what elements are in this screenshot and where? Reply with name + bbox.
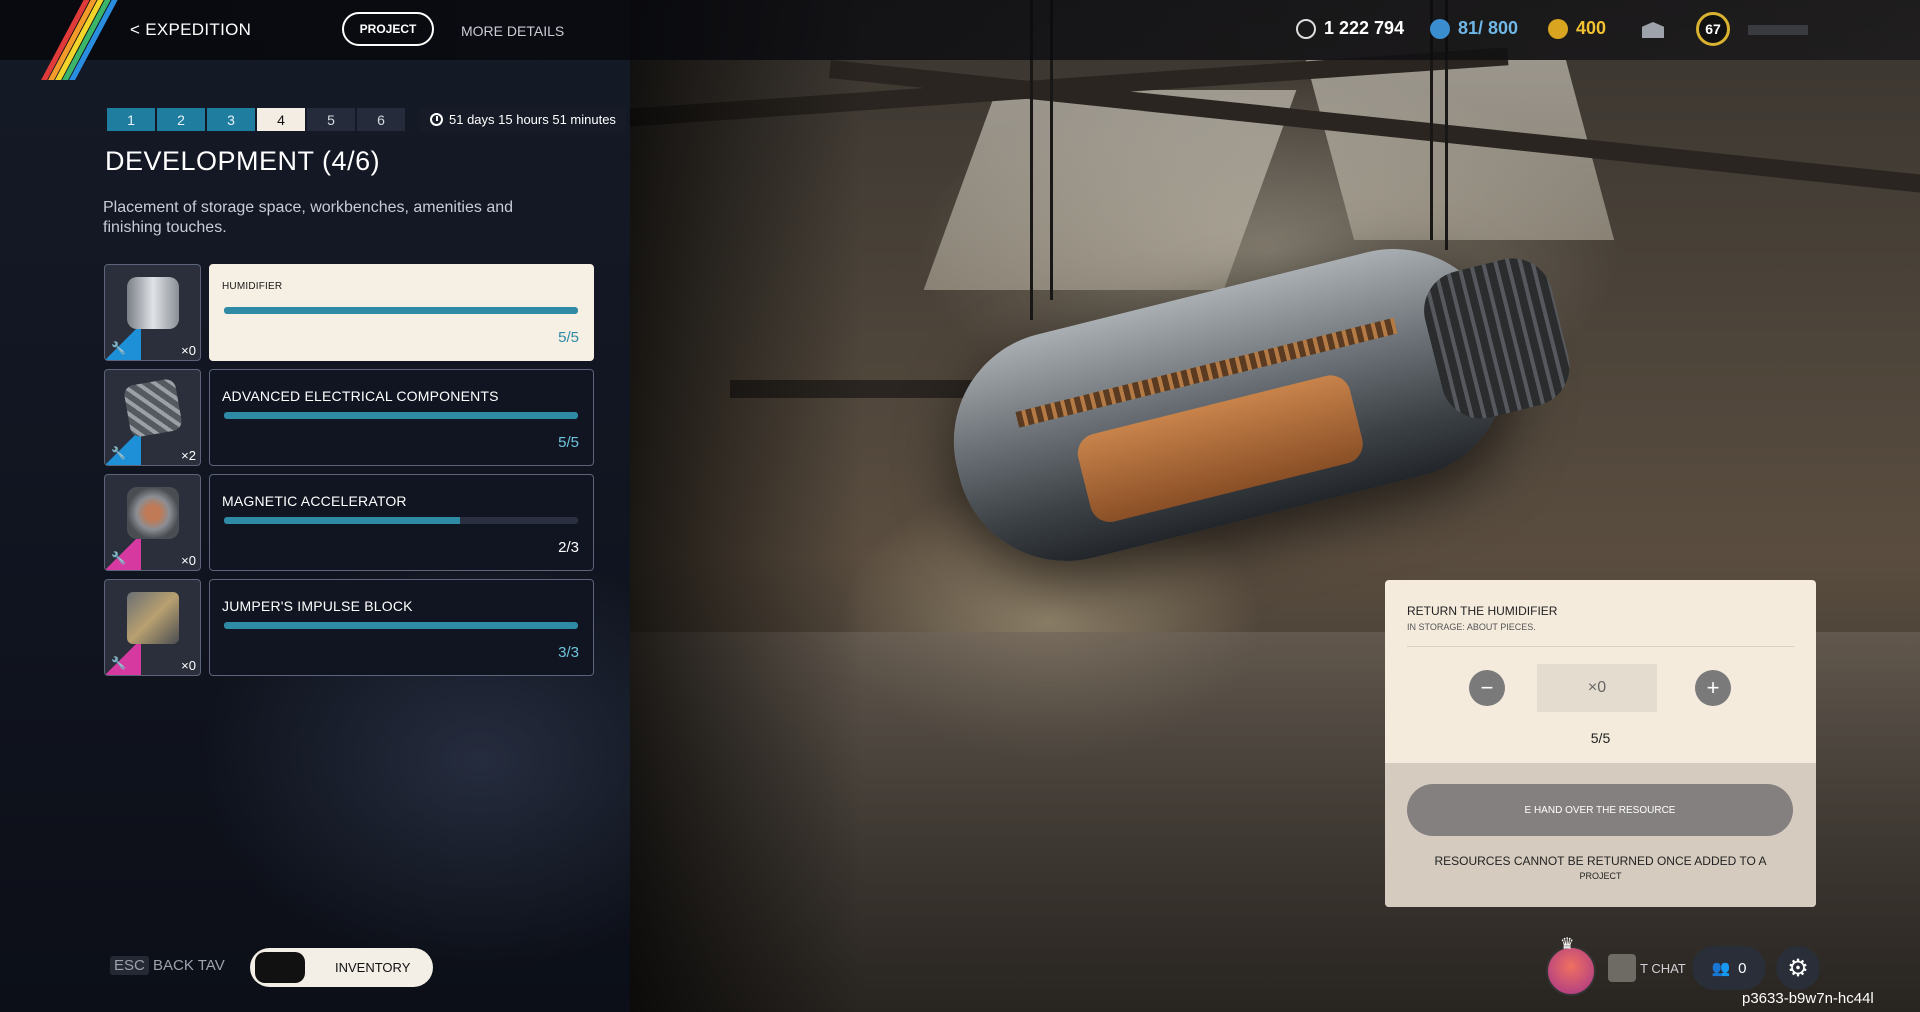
storage-value: 81/ 800 <box>1458 18 1519 38</box>
session-code: p3633-b9w7n-hc44l <box>1742 990 1874 1007</box>
resource-fraction: 5/5 <box>1590 730 1611 746</box>
warning-text-2: PROJECT <box>1579 871 1622 881</box>
gold-value: 400 <box>1576 18 1607 38</box>
step-1[interactable]: 1 <box>107 108 155 131</box>
friends-icon: 👥 <box>1711 960 1731 977</box>
decrease-button[interactable]: − <box>1469 670 1505 706</box>
back-to-expedition-link[interactable]: < EXPEDITION <box>130 20 251 40</box>
progress-bar <box>224 622 578 629</box>
stage-timer: 51 days 15 hours 51 minutes <box>420 107 626 132</box>
clock-icon <box>430 113 443 126</box>
resource-card[interactable]: JUMPER'S IMPULSE BLOCK 3/3 <box>209 579 594 676</box>
list-item[interactable]: 🔧 ×2 ADVANCED ELECTRICAL COMPONENTS 5/5 <box>104 369 594 466</box>
player-level-badge[interactable]: 67 <box>1696 12 1730 46</box>
panel-subtitle: IN STORAGE: ABOUT PIECES. <box>1407 622 1536 632</box>
stage-description: Placement of storage space, workbenches,… <box>103 199 514 236</box>
panel-title: RETURN THE HUMIDIFIER <box>1407 604 1558 618</box>
player-name-bar[interactable] <box>1748 25 1808 35</box>
hand-over-button[interactable]: E HAND OVER THE RESOURCE <box>1407 784 1793 836</box>
resource-card[interactable]: ADVANCED ELECTRICAL COMPONENTS 5/5 <box>209 369 594 466</box>
item-quantity: ×0 <box>181 658 196 673</box>
credits-value: 1 222 794 <box>1324 18 1405 38</box>
friends-button[interactable]: 👥 0 <box>1692 946 1766 990</box>
gold-coin-icon <box>1548 18 1568 39</box>
item-quantity: ×0 <box>181 343 196 358</box>
resource-name: ADVANCED ELECTRICAL COMPONENTS <box>222 388 499 404</box>
wrench-icon: 🔧 <box>111 551 126 565</box>
chat-label: T CHAT <box>1640 960 1686 976</box>
chat-key-icon <box>1608 954 1636 982</box>
friends-count: 0 <box>1738 959 1747 977</box>
step-5[interactable]: 5 <box>307 108 355 131</box>
inventory-button[interactable]: INVENTORY <box>250 948 433 987</box>
resource-count: 5/5 <box>558 434 579 451</box>
electrical-components-thumbnail[interactable]: 🔧 ×2 <box>104 369 201 466</box>
humidifier-thumbnail[interactable]: 🔧 ×0 <box>104 264 201 361</box>
resource-card[interactable]: MAGNETIC ACCELERATOR 2/3 <box>209 474 594 571</box>
tab-project[interactable]: PROJECT <box>342 12 434 46</box>
resource-count: 3/3 <box>558 644 579 661</box>
key-icon <box>255 952 305 983</box>
progress-bar <box>224 517 578 524</box>
item-quantity: ×2 <box>181 448 196 463</box>
warning-text: RESOURCES CANNOT BE RETURNED ONCE ADDED … <box>1434 854 1767 868</box>
rainbow-logo <box>41 0 125 80</box>
resource-card-selected[interactable]: HUMIDIFIER 5/5 <box>209 264 594 361</box>
increase-button[interactable]: + <box>1695 670 1731 706</box>
list-item[interactable]: 🔧 ×0 JUMPER'S IMPULSE BLOCK 3/3 <box>104 579 594 676</box>
timer-text: 51 days 15 hours 51 minutes <box>449 112 616 127</box>
settings-gear-icon[interactable]: ⚙ <box>1776 946 1820 990</box>
crown-icon: ♛ <box>1560 936 1575 953</box>
currency-storage: 81/ 800 <box>1430 18 1518 39</box>
resource-count: 5/5 <box>558 329 579 346</box>
wrench-icon: 🔧 <box>111 446 126 460</box>
return-resource-panel: RETURN THE HUMIDIFIER IN STORAGE: ABOUT … <box>1385 580 1816 907</box>
credits-icon <box>1296 18 1316 39</box>
item-quantity: ×0 <box>181 553 196 568</box>
tab-more-details[interactable]: MORE DETAILS <box>461 23 564 39</box>
panel-footer: E HAND OVER THE RESOURCE RESOURCES CANNO… <box>1385 763 1816 907</box>
stage-steps: 1 2 3 4 5 6 <box>107 108 405 131</box>
inventory-label: INVENTORY <box>335 960 411 975</box>
back-hint[interactable]: ESC BACK TAV <box>110 956 225 975</box>
step-2[interactable]: 2 <box>157 108 205 131</box>
resource-count: 2/3 <box>558 539 579 556</box>
step-3[interactable]: 3 <box>207 108 255 131</box>
top-bar <box>0 0 1920 60</box>
progress-bar <box>224 307 578 314</box>
wrench-icon: 🔧 <box>111 656 126 670</box>
resource-name: MAGNETIC ACCELERATOR <box>222 493 407 509</box>
divider <box>1407 646 1794 647</box>
resource-name: JUMPER'S IMPULSE BLOCK <box>222 598 413 614</box>
currency-gold: 400 <box>1548 18 1606 39</box>
resource-name: HUMIDIFIER <box>222 281 283 292</box>
chat-button[interactable]: T CHAT <box>1608 954 1686 982</box>
wrench-icon: 🔧 <box>111 341 126 355</box>
step-6[interactable]: 6 <box>357 108 405 131</box>
impulse-block-thumbnail[interactable]: 🔧 ×0 <box>104 579 201 676</box>
progress-bar <box>224 412 578 419</box>
back-label: BACK TAV <box>153 957 225 974</box>
list-item[interactable]: 🔧 ×0 MAGNETIC ACCELERATOR 2/3 <box>104 474 594 571</box>
magnetic-accelerator-thumbnail[interactable]: 🔧 ×0 <box>104 474 201 571</box>
currency-credits: 1 222 794 <box>1296 18 1404 39</box>
step-4[interactable]: 4 <box>257 108 305 131</box>
quantity-field[interactable]: ×0 <box>1537 664 1657 712</box>
storage-icon <box>1430 18 1450 39</box>
page-title: DEVELOPMENT (4/6) <box>105 146 381 176</box>
list-item[interactable]: 🔧 ×0 HUMIDIFIER 5/5 <box>104 264 594 361</box>
esc-key: ESC <box>110 956 149 975</box>
